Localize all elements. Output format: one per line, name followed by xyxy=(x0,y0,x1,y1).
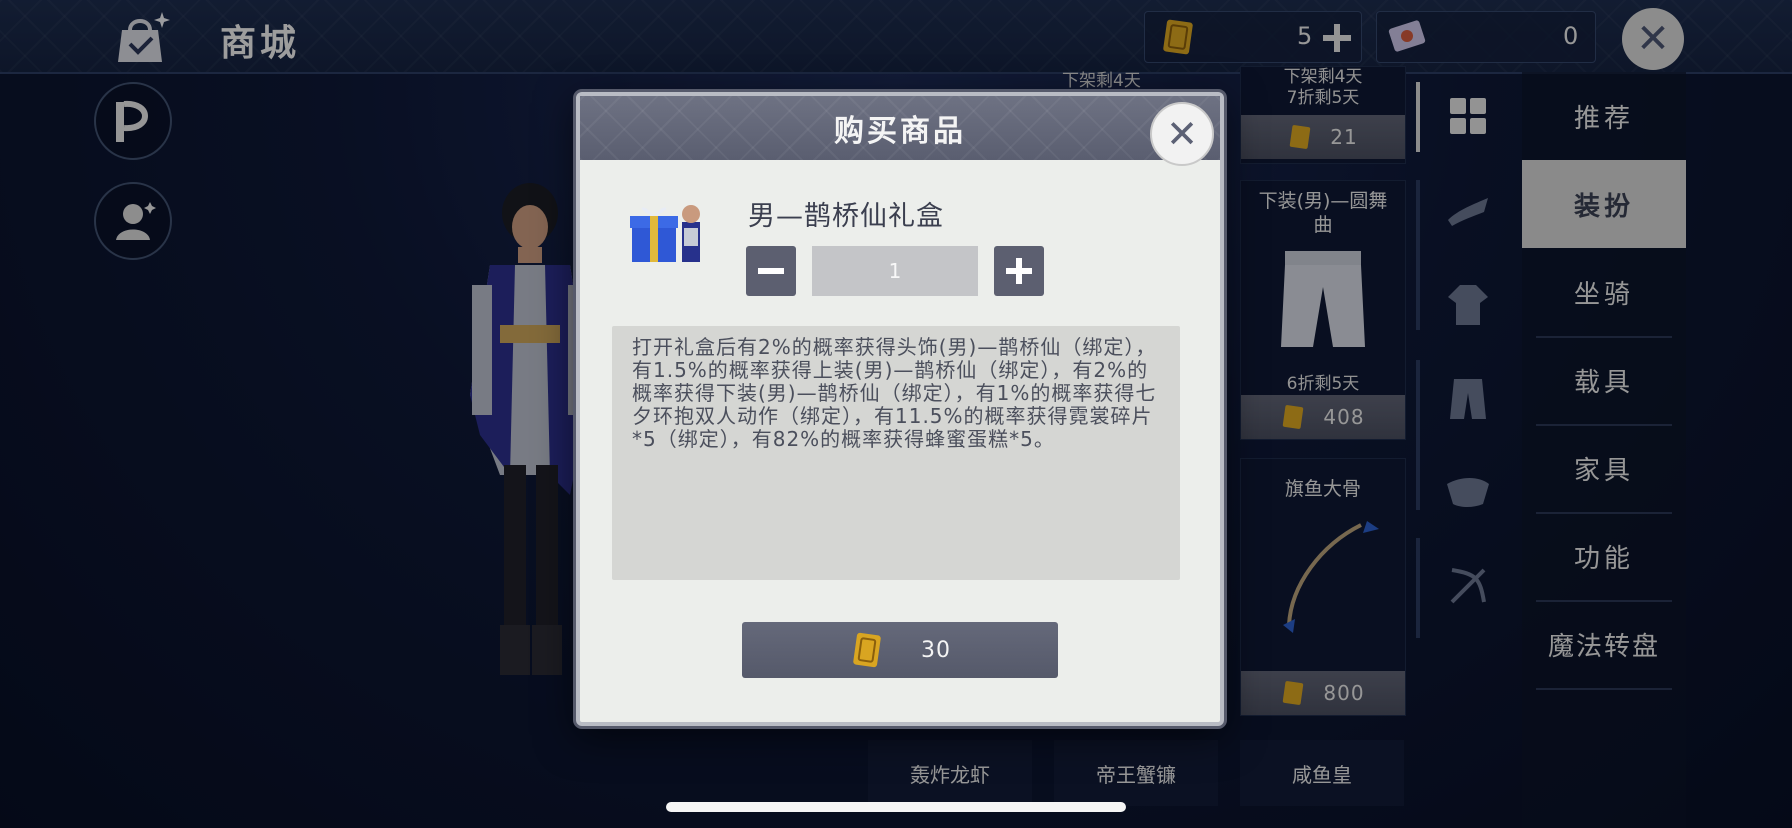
dialog-header: 购买商品 xyxy=(580,96,1220,160)
item-description-box: 打开礼盒后有2%的概率获得头饰(男)—鹊桥仙（绑定），有1.5%的概率获得上装(… xyxy=(612,326,1180,580)
dialog-close-button[interactable]: ✕ xyxy=(1150,102,1214,166)
quantity-input[interactable] xyxy=(812,246,978,296)
minus-icon xyxy=(758,268,784,274)
plus-icon xyxy=(1006,258,1032,284)
item-description: 打开礼盒后有2%的概率获得头饰(男)—鹊桥仙（绑定），有1.5%的概率获得上装(… xyxy=(632,335,1157,451)
gold-coin-icon xyxy=(853,632,881,668)
home-indicator[interactable] xyxy=(666,802,1126,812)
quantity-increase-button[interactable] xyxy=(994,246,1044,296)
gift-box-item-image xyxy=(628,192,712,272)
buy-price: 30 xyxy=(921,637,951,663)
buy-button[interactable]: 30 xyxy=(742,622,1058,678)
item-name: 男—鹊桥仙礼盒 xyxy=(748,201,944,232)
dialog-title: 购买商品 xyxy=(834,114,966,149)
close-icon: ✕ xyxy=(1166,112,1198,156)
purchase-dialog: 购买商品 ✕ 男—鹊桥仙礼盒 打开礼盒后有2%的概率获得头饰(男)—鹊桥仙（绑定… xyxy=(576,92,1224,726)
quantity-decrease-button[interactable] xyxy=(746,246,796,296)
